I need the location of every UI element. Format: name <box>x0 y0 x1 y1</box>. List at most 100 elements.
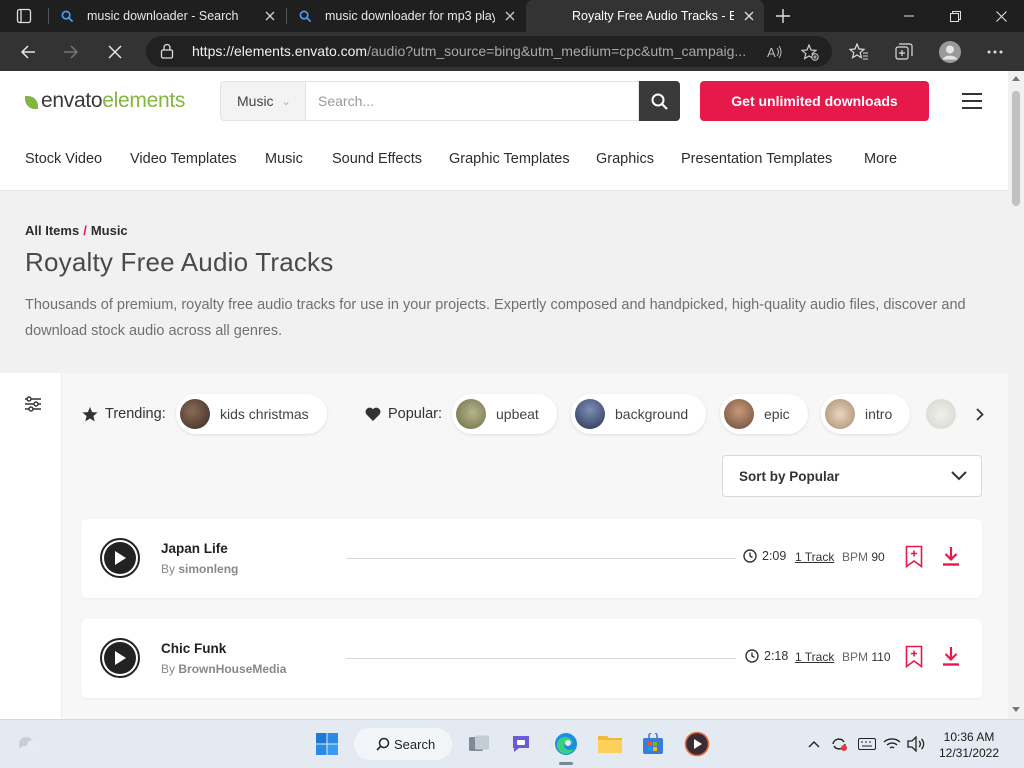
track-author: By simonleng <box>161 562 238 576</box>
duration-text: 2:18 <box>764 649 789 663</box>
tab-actions-button[interactable] <box>0 0 48 32</box>
tag-intro[interactable]: intro <box>821 394 911 434</box>
bookmark-add-icon[interactable] <box>905 545 923 573</box>
tab-close-icon[interactable] <box>255 11 285 21</box>
taskbar-clock[interactable]: 10:36 AM 12/31/2022 <box>934 729 1004 761</box>
track-duration: 2:09 <box>743 549 786 563</box>
lock-icon[interactable] <box>160 43 174 64</box>
avatar-icon <box>939 40 961 63</box>
add-favorite-icon[interactable] <box>799 41 821 63</box>
read-aloud-icon[interactable]: A <box>764 41 786 63</box>
address-bar[interactable]: https://elements.envato.com/audio?utm_so… <box>146 36 832 67</box>
start-button[interactable] <box>311 728 343 760</box>
logo-text-elements: elements <box>102 89 186 112</box>
track-author-link[interactable]: simonleng <box>178 562 238 576</box>
restore-button[interactable] <box>932 0 978 32</box>
category-select[interactable]: Music ⌄ <box>220 81 306 121</box>
track-title[interactable]: Chic Funk <box>161 641 226 656</box>
waveform[interactable] <box>346 558 736 559</box>
track-title[interactable]: Japan Life <box>161 541 228 556</box>
url-host: https://elements.envato.com <box>192 43 368 59</box>
store-button[interactable] <box>637 728 669 760</box>
page-scrollbar[interactable] <box>1008 71 1024 719</box>
track-author-prefix: By <box>161 662 176 676</box>
download-icon[interactable] <box>942 646 960 671</box>
tab-close-icon[interactable] <box>495 11 525 21</box>
envato-logo[interactable]: envato elements <box>25 89 185 113</box>
back-button[interactable] <box>8 32 48 71</box>
track-author-prefix: By <box>161 562 176 576</box>
nav-presentation-templates[interactable]: Presentation Templates <box>681 151 832 167</box>
track-author: By BrownHouseMedia <box>161 662 286 676</box>
search-favicon-icon <box>61 10 77 23</box>
chevron-down-icon <box>951 469 967 484</box>
favorites-button[interactable] <box>839 32 879 71</box>
tag-partial[interactable] <box>922 394 962 434</box>
media-player-button[interactable] <box>681 728 713 760</box>
volume-icon[interactable] <box>906 734 926 754</box>
keyboard-icon[interactable] <box>857 734 877 754</box>
tag-kids-christmas[interactable]: kids christmas <box>176 394 327 434</box>
get-unlimited-downloads-button[interactable]: Get unlimited downloads <box>700 81 929 121</box>
onedrive-sync-icon[interactable] <box>829 734 849 754</box>
track-author-link[interactable]: BrownHouseMedia <box>178 662 286 676</box>
scrollbar-thumb[interactable] <box>1012 91 1020 206</box>
tab-envato-active[interactable]: Royalty Free Audio Tracks - Enva <box>526 0 764 32</box>
tag-epic[interactable]: epic <box>720 394 808 434</box>
settings-menu-button[interactable] <box>975 32 1015 71</box>
search-button[interactable] <box>639 81 680 121</box>
nav-graphic-templates[interactable]: Graphic Templates <box>449 151 570 167</box>
url-text[interactable]: https://elements.envato.com/audio?utm_so… <box>192 36 762 67</box>
search-input[interactable] <box>306 81 639 121</box>
nav-stock-video[interactable]: Stock Video <box>25 151 102 167</box>
bookmark-add-icon[interactable] <box>905 645 923 673</box>
collections-button[interactable] <box>884 32 924 71</box>
teams-chat-button[interactable] <box>505 728 537 760</box>
scroll-up-arrow-icon[interactable] <box>1012 75 1020 81</box>
new-tab-button[interactable] <box>768 0 798 32</box>
show-hidden-icons-button[interactable] <box>804 734 824 754</box>
taskbar-search-button[interactable]: Search <box>354 728 452 760</box>
logo-text-envato: envato <box>41 89 103 112</box>
tags-scroll-right-button[interactable] <box>970 404 990 424</box>
sort-dropdown[interactable]: Sort by Popular <box>722 455 982 497</box>
waveform[interactable] <box>346 658 736 659</box>
tab-bing-search[interactable]: music downloader - Search <box>49 0 285 32</box>
track-bpm: BPM 110 <box>842 650 891 664</box>
play-button[interactable] <box>100 638 140 678</box>
wifi-icon[interactable] <box>882 734 902 754</box>
close-window-button[interactable] <box>978 0 1024 32</box>
nav-more[interactable]: More <box>864 151 897 167</box>
duration-text: 2:09 <box>762 549 787 563</box>
task-view-button[interactable] <box>463 728 495 760</box>
minimize-button[interactable] <box>886 0 932 32</box>
weather-widget[interactable] <box>13 728 45 760</box>
breadcrumb-all-items[interactable]: All Items <box>25 223 79 238</box>
nav-music[interactable]: Music <box>265 151 303 167</box>
download-icon[interactable] <box>942 546 960 571</box>
scroll-down-arrow-icon[interactable] <box>1012 707 1020 713</box>
nav-graphics[interactable]: Graphics <box>596 151 654 167</box>
restore-icon <box>949 10 961 22</box>
file-explorer-button[interactable] <box>594 728 626 760</box>
play-icon <box>115 551 126 565</box>
stop-loading-button[interactable] <box>95 32 135 71</box>
play-button[interactable] <box>100 538 140 578</box>
track-count-link[interactable]: 1 Track <box>795 650 834 664</box>
trending-label-text: Trending: <box>105 406 166 422</box>
tab-close-icon[interactable] <box>734 11 764 21</box>
forward-button[interactable] <box>51 32 91 71</box>
tab-mp3-search[interactable]: music downloader for mp3 playe <box>287 0 525 32</box>
nav-video-templates[interactable]: Video Templates <box>130 151 237 167</box>
tag-background[interactable]: background <box>571 394 707 434</box>
leaf-icon <box>25 95 38 109</box>
hamburger-menu-icon[interactable] <box>962 93 982 109</box>
nav-sound-effects[interactable]: Sound Effects <box>332 151 422 167</box>
tag-upbeat[interactable]: upbeat <box>452 394 557 434</box>
breadcrumb-music[interactable]: Music <box>91 223 128 238</box>
edge-taskbar-button[interactable] <box>550 728 582 760</box>
profile-button[interactable] <box>930 32 970 71</box>
filter-sliders-icon[interactable] <box>24 396 42 417</box>
tag-label: kids christmas <box>220 406 309 422</box>
track-count-link[interactable]: 1 Track <box>795 550 834 564</box>
